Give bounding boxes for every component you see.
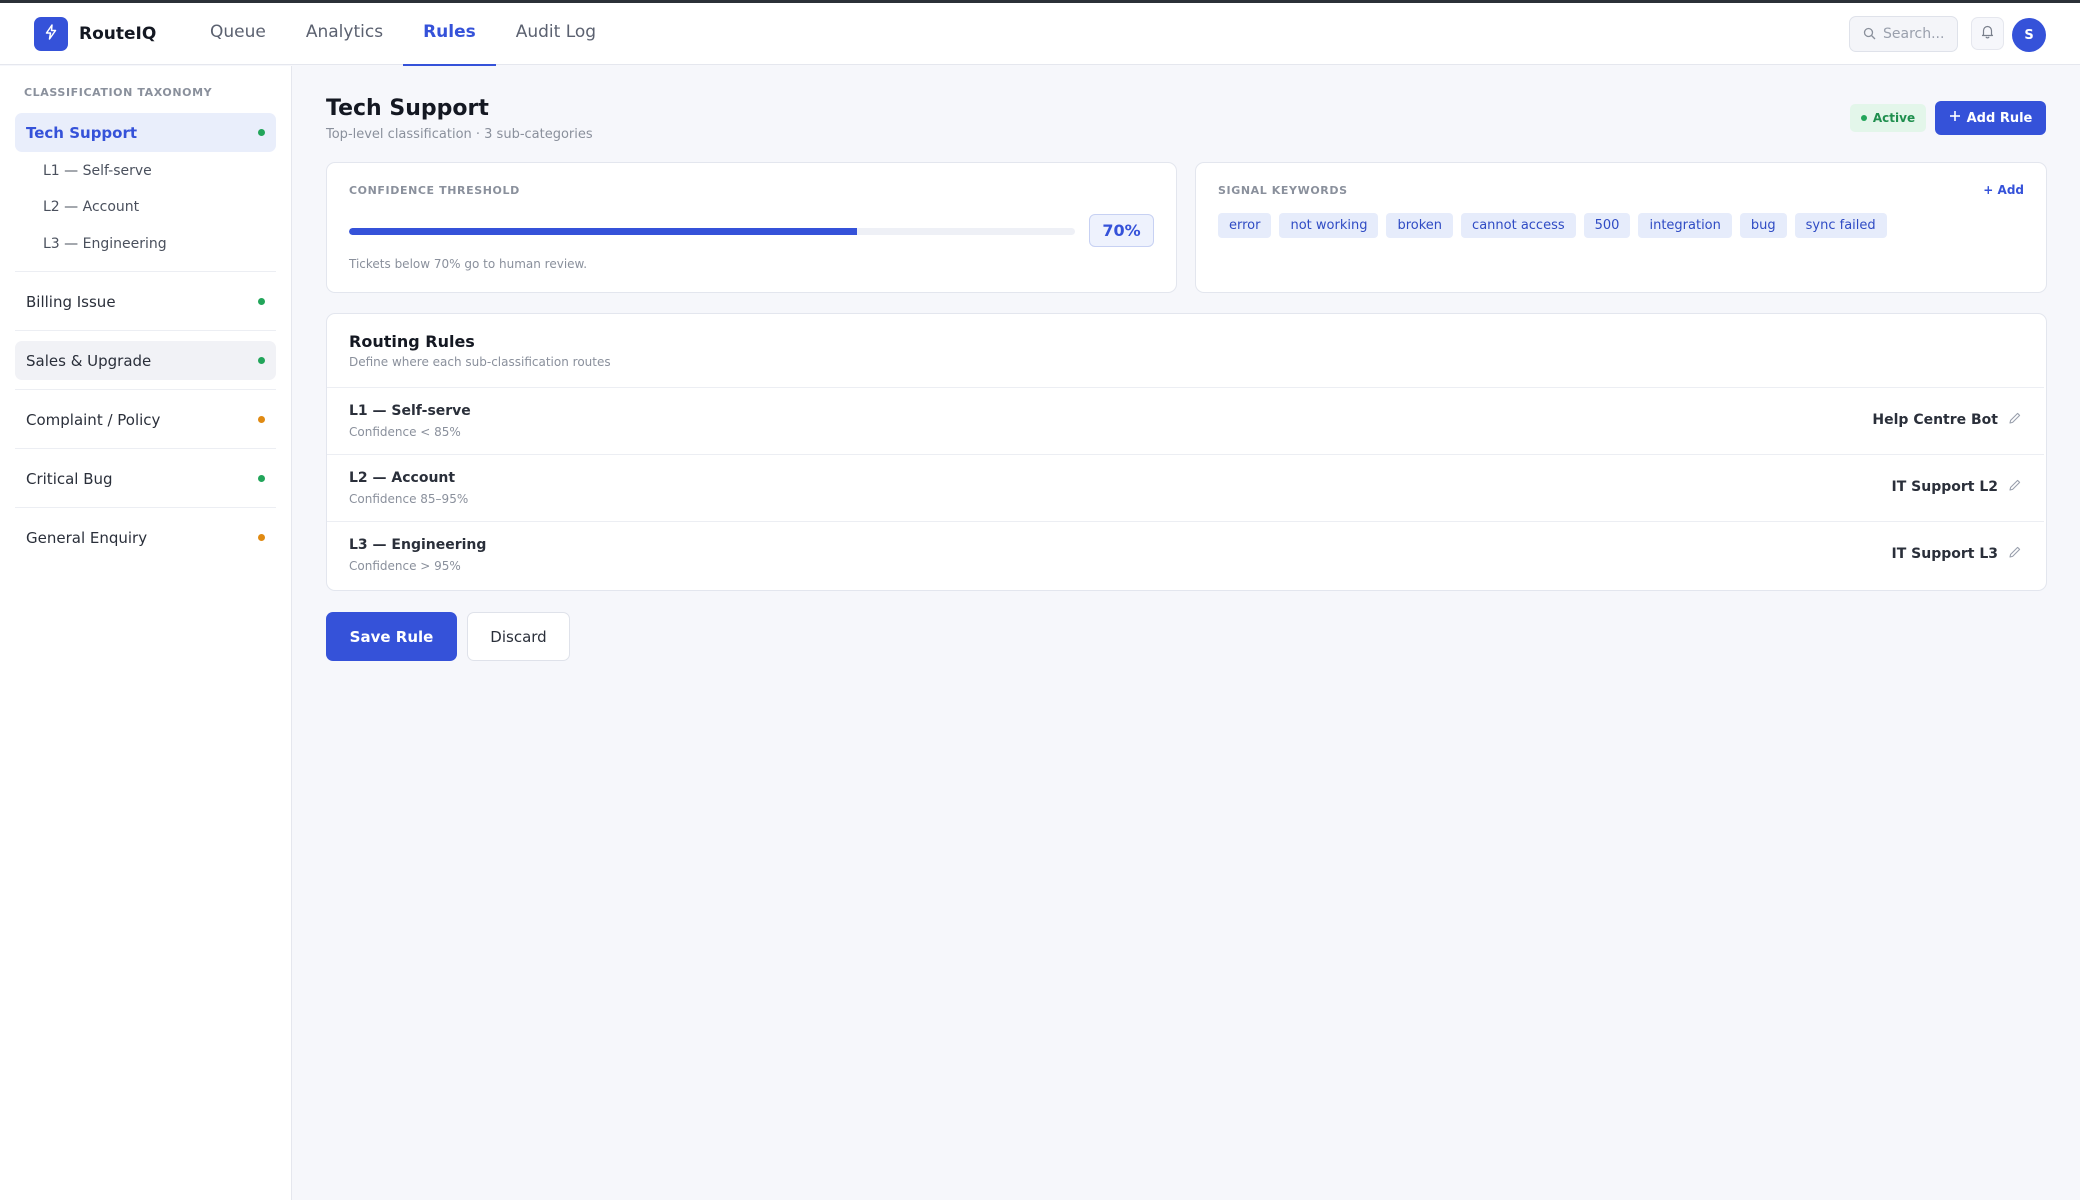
bolt-icon [43, 24, 59, 44]
sidebar-divider [15, 330, 276, 331]
threshold-note: Tickets below 70% go to human review. [349, 257, 588, 271]
notifications-button[interactable] [1971, 17, 2004, 50]
threshold-label: CONFIDENCE THRESHOLD [349, 184, 520, 197]
keyword-tag[interactable]: broken [1386, 213, 1454, 238]
search-icon [1863, 25, 1876, 44]
status-dot [258, 416, 265, 423]
keyword-tag[interactable]: sync failed [1794, 213, 1887, 238]
add-rule-button[interactable]: Add Rule [1935, 101, 2046, 135]
avatar[interactable]: S [2012, 18, 2046, 52]
sidebar-item-label: Sales & Upgrade [26, 351, 152, 370]
sidebar-divider [15, 271, 276, 272]
pencil-icon[interactable] [2008, 411, 2022, 429]
rule-name: L1 — Self-serve [349, 403, 471, 419]
page-title: Tech Support [326, 96, 489, 121]
bell-icon [1980, 24, 1995, 43]
rule-destination: Help Centre Bot [1872, 411, 2022, 429]
rule-row-l3[interactable]: L3 — Engineering Confidence > 95% IT Sup… [327, 521, 2044, 588]
save-rule-button[interactable]: Save Rule [326, 612, 457, 661]
sidebar-heading: CLASSIFICATION TAXONOMY [24, 86, 213, 99]
keyword-tag[interactable]: 500 [1583, 213, 1631, 238]
sidebar-subitem-l1[interactable]: L1 — Self-serve [43, 163, 152, 179]
brand-name: RouteIQ [79, 24, 157, 44]
taxonomy-sidebar: CLASSIFICATION TAXONOMY Tech Support L1 … [0, 66, 292, 1200]
sidebar-divider [15, 507, 276, 508]
search-box[interactable] [1849, 16, 1958, 52]
add-keyword-link[interactable]: + Add [1983, 183, 2024, 197]
rule-destination-label: IT Support L2 [1891, 479, 1998, 495]
sidebar-item-tech-support[interactable]: Tech Support [15, 113, 276, 152]
rule-destination-label: IT Support L3 [1891, 546, 1998, 562]
sidebar-item-billing-issue[interactable]: Billing Issue [15, 282, 276, 321]
top-header: RouteIQ Queue Analytics Rules Audit Log … [0, 3, 2080, 66]
rule-name: L3 — Engineering [349, 537, 487, 553]
threshold-fill [349, 228, 858, 235]
sidebar-subitem-l2[interactable]: L2 — Account [43, 199, 139, 215]
sidebar-item-general-enquiry[interactable]: General Enquiry [15, 518, 276, 557]
logo[interactable] [34, 17, 68, 51]
status-badge: Active [1850, 104, 1926, 132]
rule-condition: Confidence > 95% [349, 559, 461, 573]
routing-rules-card: Routing Rules Define where each sub-clas… [326, 313, 2047, 591]
rule-destination: IT Support L2 [1892, 478, 2022, 496]
status-dot [1860, 115, 1867, 121]
signal-keywords-card: SIGNAL KEYWORDS + Add error not working … [1195, 162, 2047, 293]
threshold-slider[interactable] [349, 228, 1075, 235]
confidence-threshold-card: CONFIDENCE THRESHOLD 70% Tickets below 7… [326, 162, 1177, 293]
rule-destination: IT Support L3 [1892, 545, 2022, 563]
tab-queue[interactable]: Queue [190, 3, 286, 65]
sidebar-item-label: Critical Bug [26, 469, 113, 488]
routing-rules-title: Routing Rules [349, 332, 475, 351]
sidebar-item-complaint-policy[interactable]: Complaint / Policy [15, 400, 276, 439]
sidebar-item-sales-upgrade[interactable]: Sales & Upgrade [15, 341, 276, 380]
sidebar-item-label: Billing Issue [26, 292, 116, 311]
threshold-value[interactable]: 70% [1089, 214, 1154, 247]
status-badge-label: Active [1872, 111, 1916, 125]
routing-rules-subtitle: Define where each sub-classification rou… [349, 355, 611, 369]
status-dot [258, 298, 265, 305]
discard-button[interactable]: Discard [467, 612, 570, 661]
sidebar-item-label: Tech Support [26, 123, 138, 142]
tab-rules[interactable]: Rules [403, 3, 496, 66]
status-dot [258, 534, 265, 541]
keyword-tag[interactable]: integration [1638, 213, 1732, 238]
search-input[interactable] [1883, 26, 1953, 42]
tab-audit-log[interactable]: Audit Log [496, 3, 616, 65]
sidebar-divider [15, 389, 276, 390]
sidebar-item-critical-bug[interactable]: Critical Bug [15, 459, 276, 498]
rule-condition: Confidence 85–95% [349, 492, 469, 506]
keywords-label: SIGNAL KEYWORDS [1218, 184, 1348, 197]
sidebar-divider [15, 448, 276, 449]
status-dot [258, 357, 265, 364]
sidebar-subitem-l3[interactable]: L3 — Engineering [43, 236, 167, 252]
sidebar-item-label: General Enquiry [26, 528, 148, 547]
tab-analytics[interactable]: Analytics [286, 3, 403, 65]
keyword-tag[interactable]: cannot access [1461, 213, 1576, 238]
rule-row-l1[interactable]: L1 — Self-serve Confidence < 85% Help Ce… [327, 387, 2044, 454]
keyword-tag[interactable]: error [1218, 213, 1272, 238]
keyword-tag[interactable]: bug [1739, 213, 1787, 238]
keyword-tag[interactable]: not working [1279, 213, 1379, 238]
rule-row-l2[interactable]: L2 — Account Confidence 85–95% IT Suppor… [327, 454, 2044, 521]
add-rule-label: Add Rule [1966, 110, 2033, 126]
sidebar-item-label: Complaint / Policy [26, 410, 161, 429]
plus-icon [1949, 110, 1961, 126]
rule-name: L2 — Account [349, 470, 456, 486]
rule-destination-label: Help Centre Bot [1872, 412, 1998, 428]
main-nav: Queue Analytics Rules Audit Log [190, 3, 616, 66]
status-dot [258, 129, 265, 136]
pencil-icon[interactable] [2008, 478, 2022, 496]
pencil-icon[interactable] [2008, 545, 2022, 563]
keyword-tags: error not working broken cannot access 5… [1218, 213, 1887, 238]
rule-condition: Confidence < 85% [349, 425, 461, 439]
status-dot [258, 475, 265, 482]
page-subtitle: Top-level classification · 3 sub-categor… [326, 127, 593, 142]
